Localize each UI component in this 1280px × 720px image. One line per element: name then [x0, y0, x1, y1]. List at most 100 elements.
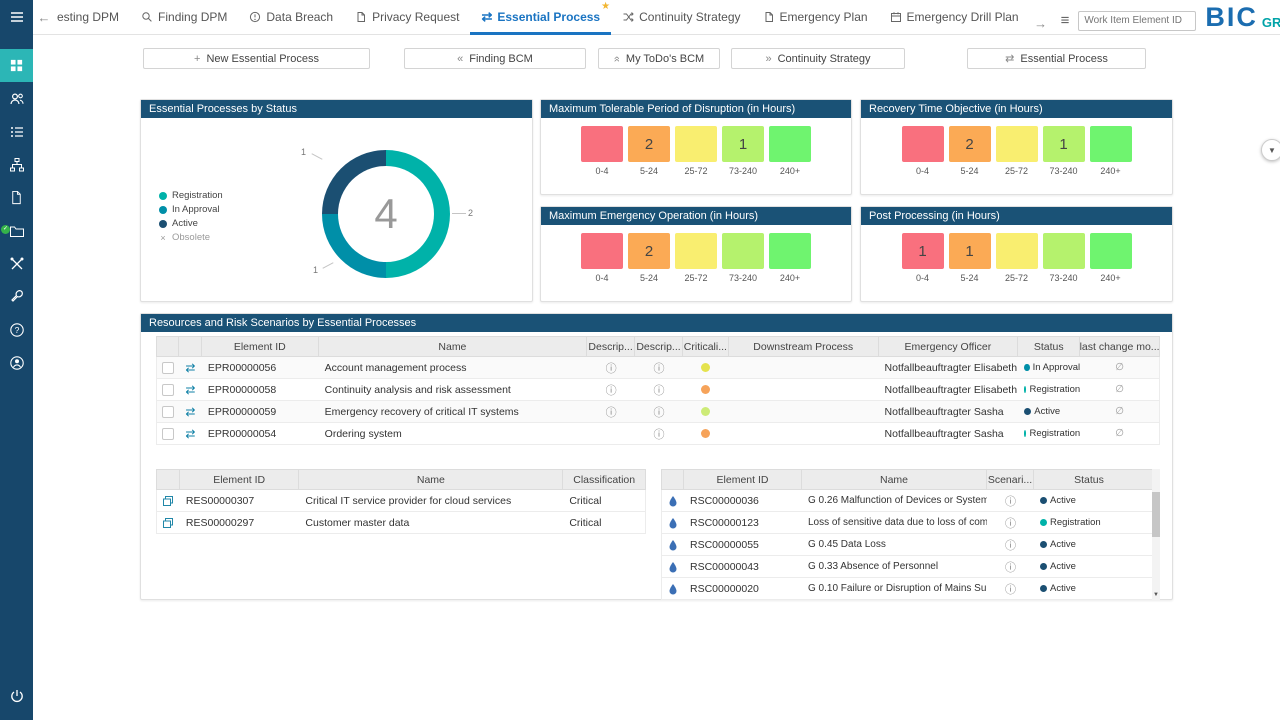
description-info-icon[interactable]: ⓘ	[635, 423, 683, 444]
description-info-icon[interactable]: ⓘ	[587, 379, 635, 400]
hour-box[interactable]	[722, 233, 764, 269]
panel-expander-button[interactable]: ▼	[1261, 139, 1280, 161]
header-element-id[interactable]: Element ID	[180, 470, 300, 489]
scenario-info-icon[interactable]: ⓘ	[987, 534, 1034, 555]
header-downstream[interactable]: Downstream Process	[729, 337, 879, 356]
header-element-id[interactable]: Element ID	[202, 337, 319, 356]
scenario-info-icon[interactable]: ⓘ	[987, 512, 1034, 533]
hour-box[interactable]	[581, 233, 623, 269]
sidebar-item-tools[interactable]	[0, 247, 33, 280]
sidebar-item-organization[interactable]	[0, 82, 33, 115]
tab-emergency-plan[interactable]: Emergency Plan	[752, 0, 879, 35]
hour-box[interactable]	[1089, 233, 1132, 269]
legend-item-active[interactable]: Active	[159, 218, 223, 229]
header-element-id[interactable]: Element ID	[684, 470, 802, 489]
hour-box[interactable]: 1	[1042, 126, 1085, 162]
row-checkbox[interactable]	[161, 361, 174, 374]
risk-row[interactable]: RSC00000043 G 0.33 Absence of Personnel …	[661, 556, 1160, 578]
hour-box[interactable]: 1	[722, 126, 764, 162]
my-todos-bcm-button[interactable]: » My ToDo's BCM	[598, 48, 720, 69]
status-donut[interactable]: 4	[322, 150, 450, 278]
row-checkbox[interactable]	[161, 383, 174, 396]
tab-overflow-menu-icon[interactable]: ≡	[1061, 11, 1070, 31]
legend-item-registration[interactable]: Registration	[159, 190, 223, 201]
legend-item-obsolete[interactable]: × Obsolete	[159, 232, 223, 243]
tab-continuity-strategy[interactable]: Continuity Strategy	[611, 0, 751, 35]
essential-process-button[interactable]: ⇄ Essential Process	[967, 48, 1146, 69]
header-description-2[interactable]: Descrip...	[635, 337, 683, 356]
scenario-info-icon[interactable]: ⓘ	[987, 578, 1034, 599]
hour-box[interactable]	[901, 126, 944, 162]
header-scenario[interactable]: Scenari...	[987, 470, 1034, 489]
scrollbar-thumb[interactable]	[1152, 492, 1160, 537]
header-description-1[interactable]: Descrip...	[587, 337, 636, 356]
sidebar-item-help[interactable]: ?	[0, 313, 33, 346]
hour-box[interactable]	[675, 233, 717, 269]
header-officer[interactable]: Emergency Officer	[879, 337, 1019, 356]
resource-row[interactable]: RES00000307 Critical IT service provider…	[156, 490, 646, 512]
risk-row[interactable]: RSC00000055 G 0.45 Data Loss ⓘ Active	[661, 534, 1160, 556]
new-essential-process-button[interactable]: + New Essential Process	[143, 48, 370, 69]
sidebar-item-worklist[interactable]	[0, 115, 33, 148]
header-icon[interactable]	[179, 337, 202, 356]
continuity-strategy-button[interactable]: » Continuity Strategy	[731, 48, 905, 69]
tab-privacy-request[interactable]: Privacy Request	[344, 0, 470, 35]
scenario-info-icon[interactable]: ⓘ	[987, 490, 1034, 511]
header-name[interactable]: Name	[299, 470, 564, 489]
risk-row[interactable]: RSC00000020 G 0.10 Failure or Disruption…	[661, 578, 1160, 600]
sidebar-item-profile[interactable]	[0, 346, 33, 379]
scroll-down-icon[interactable]: ▼	[1152, 590, 1160, 600]
hour-box[interactable]: 2	[628, 233, 670, 269]
scenario-info-icon[interactable]: ⓘ	[987, 556, 1034, 577]
process-row[interactable]: ⇄ EPR00000058 Continuity analysis and ri…	[156, 379, 1160, 401]
header-select[interactable]	[157, 337, 179, 356]
description-info-icon[interactable]: ⓘ	[635, 379, 683, 400]
hour-box[interactable]: 2	[628, 126, 670, 162]
hour-box[interactable]: 1	[901, 233, 944, 269]
header-classification[interactable]: Classification	[563, 470, 645, 489]
sidebar-item-settings[interactable]	[0, 280, 33, 313]
header-last-change[interactable]: last change mo...	[1080, 337, 1159, 356]
tab-data-breach[interactable]: Data Breach	[238, 0, 344, 35]
tab-emergency-drill-plan[interactable]: Emergency Drill Plan	[879, 0, 1030, 35]
hour-box[interactable]: 1	[948, 233, 991, 269]
sidebar-item-dashboard[interactable]	[0, 49, 33, 82]
header-criticality[interactable]: Criticali...	[683, 337, 729, 356]
description-info-icon[interactable]: ⓘ	[587, 357, 635, 378]
header-status[interactable]: Status	[1018, 337, 1081, 356]
hour-box[interactable]: 2	[948, 126, 991, 162]
tab-finding-dpm[interactable]: Finding DPM	[130, 0, 238, 35]
tab-essential-process[interactable]: ⇄ Essential Process ★	[470, 0, 611, 35]
hour-box[interactable]	[675, 126, 717, 162]
header-name[interactable]: Name	[319, 337, 588, 356]
hamburger-menu-icon[interactable]	[0, 0, 33, 33]
process-row[interactable]: ⇄ EPR00000054 Ordering system ⓘ Notfallb…	[156, 423, 1160, 445]
sidebar-item-document[interactable]	[0, 181, 33, 214]
row-checkbox[interactable]	[161, 405, 174, 418]
hour-box[interactable]	[995, 126, 1038, 162]
description-info-icon[interactable]: ⓘ	[635, 401, 683, 422]
risk-row[interactable]: RSC00000123 Loss of sensitive data due t…	[661, 512, 1160, 534]
logout-button[interactable]	[0, 679, 33, 712]
hour-box[interactable]	[769, 233, 811, 269]
hour-box[interactable]	[995, 233, 1038, 269]
sidebar-item-hierarchy[interactable]	[0, 148, 33, 181]
legend-item-in-approval[interactable]: In Approval	[159, 204, 223, 215]
hour-box[interactable]	[1089, 126, 1132, 162]
header-name[interactable]: Name	[802, 470, 987, 489]
process-row[interactable]: ⇄ EPR00000056 Account management process…	[156, 357, 1160, 379]
description-info-icon[interactable]: ⓘ	[635, 357, 683, 378]
resource-row[interactable]: RES00000297 Customer master data Critica…	[156, 512, 646, 534]
description-info-icon[interactable]: ⓘ	[587, 401, 635, 422]
hour-box[interactable]	[769, 126, 811, 162]
favorite-star-icon[interactable]: ★	[601, 1, 610, 12]
finding-bcm-button[interactable]: « Finding BCM	[404, 48, 586, 69]
tab-scroll-left-icon[interactable]: ←	[33, 10, 55, 25]
sidebar-item-inbox[interactable]: ✓	[0, 214, 33, 247]
process-row[interactable]: ⇄ EPR00000059 Emergency recovery of crit…	[156, 401, 1160, 423]
hour-box[interactable]	[1042, 233, 1085, 269]
header-status[interactable]: Status	[1034, 470, 1144, 489]
work-item-element-id-input[interactable]	[1078, 10, 1197, 31]
header-icon[interactable]	[662, 470, 684, 489]
tab-scroll-right-icon[interactable]: →	[1030, 16, 1052, 31]
